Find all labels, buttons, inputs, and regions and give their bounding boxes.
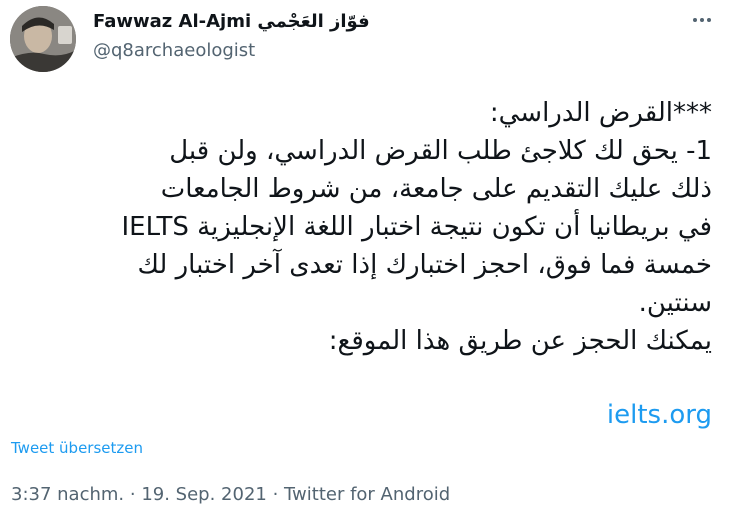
meta-separator: · xyxy=(266,484,285,505)
tweet-line: ***القرض الدراسي: xyxy=(489,98,712,128)
tweet-text: ***القرض الدراسي: 1- يحق لك كلاجئ طلب ال… xyxy=(12,94,712,360)
more-dot xyxy=(707,18,711,22)
tweet-source[interactable]: Twitter for Android xyxy=(284,484,450,505)
tweet-date[interactable]: 19. Sep. 2021 xyxy=(141,484,267,505)
author-handle[interactable]: @q8archaeologist xyxy=(93,38,370,64)
avatar[interactable] xyxy=(10,6,76,72)
translate-tweet-button[interactable]: Tweet übersetzen xyxy=(11,439,143,457)
tweet-line: ذلك عليك التقديم على جامعة، من شروط الجا… xyxy=(160,174,712,204)
tweet-link[interactable]: ielts.org xyxy=(607,396,712,434)
tweet-line: خمسة فما فوق، احجز اختبارك إذا تعدى آخر … xyxy=(137,250,713,280)
more-options-icon[interactable] xyxy=(687,10,717,30)
tweet-author: Fawwaz Al-Ajmi فوّاز العَجْمي @q8archaeo… xyxy=(93,9,370,64)
more-dot xyxy=(700,18,704,22)
tweet-line: يمكنك الحجز عن طريق هذا الموقع: xyxy=(328,326,712,356)
tweet-time[interactable]: 3:37 nachm. xyxy=(11,484,124,505)
tweet-line: في بريطانيا أن تكون نتيجة اختبار اللغة ا… xyxy=(121,212,712,242)
more-dot xyxy=(693,18,697,22)
author-display-name[interactable]: Fawwaz Al-Ajmi فوّاز العَجْمي xyxy=(93,9,370,35)
tweet-line: 1- يحق لك كلاجئ طلب القرض الدراسي، ولن ق… xyxy=(169,136,712,166)
profile-photo xyxy=(10,6,76,72)
meta-separator: · xyxy=(124,484,142,505)
tweet-line: سنتين. xyxy=(638,288,712,318)
tweet-meta: 3:37 nachm. · 19. Sep. 2021 · Twitter fo… xyxy=(11,484,450,505)
